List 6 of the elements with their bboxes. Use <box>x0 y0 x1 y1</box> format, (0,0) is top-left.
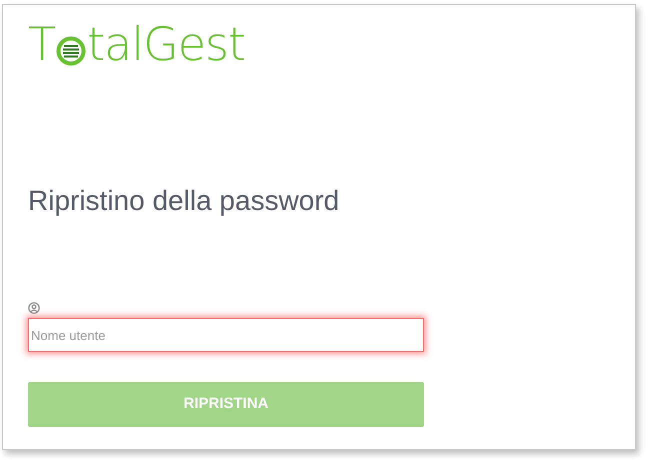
logo-mark-icon <box>56 36 86 66</box>
logo-text: T <box>28 21 56 67</box>
logo-text: talGest <box>87 21 246 67</box>
user-icon <box>28 302 40 314</box>
username-field[interactable]: Nome utente <box>28 318 424 352</box>
page-heading: Ripristino della password <box>28 187 340 215</box>
